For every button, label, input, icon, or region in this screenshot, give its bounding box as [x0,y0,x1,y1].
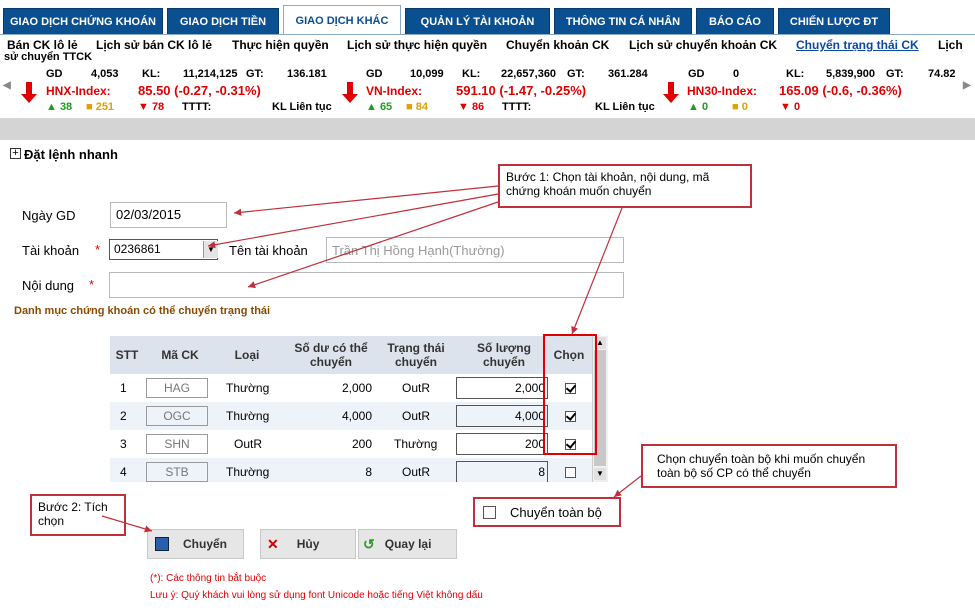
arrow-to-date [233,185,499,216]
arrow-to-content [247,201,499,289]
arrow-to-account [207,193,499,249]
arrow-to-transfer-all [613,475,642,498]
annotation-arrows [101,185,642,533]
arrow-to-select-column [571,207,623,335]
arrow-to-transfer-button [101,515,153,533]
